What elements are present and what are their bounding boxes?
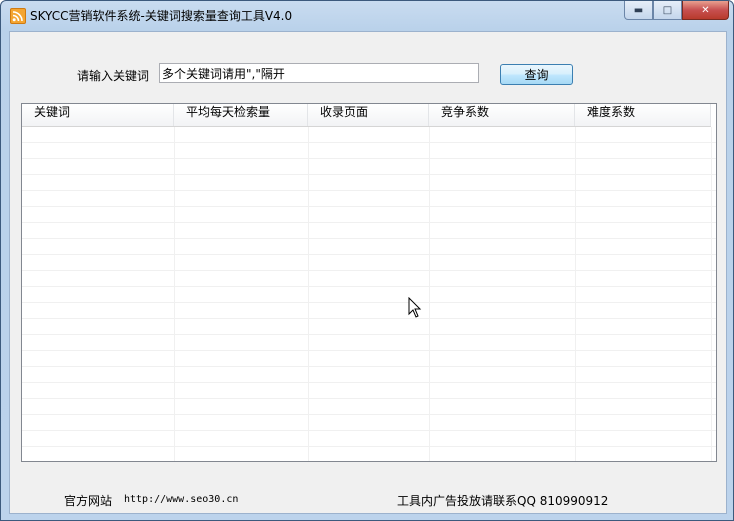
column-header-keyword[interactable]: 关键词 <box>22 104 174 126</box>
column-header-daily-searches[interactable]: 平均每天检索量 <box>174 104 308 126</box>
close-icon: ✕ <box>701 4 710 16</box>
app-window: SKYCC营销软件系统-关键词搜索量查询工具V4.0 ▬ □ ✕ 请输入关键词 … <box>0 0 734 521</box>
client-area: 请输入关键词 查询 关键词 平均每天检索量 收录页面 竞争系数 难度系数 官方网… <box>9 31 727 514</box>
column-divider <box>429 127 430 461</box>
column-divider <box>174 127 175 461</box>
table-body <box>22 127 716 461</box>
column-header-indexed-pages[interactable]: 收录页面 <box>308 104 429 126</box>
maximize-icon: □ <box>662 4 673 16</box>
column-header-competition[interactable]: 竞争系数 <box>429 104 575 126</box>
caption-buttons: ▬ □ ✕ <box>624 1 729 21</box>
mouse-pointer-icon <box>408 297 422 318</box>
window-title: SKYCC营销软件系统-关键词搜索量查询工具V4.0 <box>30 9 293 23</box>
advertising-contact: 工具内广告投放请联系QQ 810990912 <box>397 494 609 508</box>
official-site-link[interactable]: http://www.seo30.cn <box>124 494 238 505</box>
close-button[interactable]: ✕ <box>682 1 729 20</box>
query-button[interactable]: 查询 <box>500 64 573 85</box>
column-divider <box>308 127 309 461</box>
rss-feed-icon <box>10 8 26 24</box>
maximize-button[interactable]: □ <box>653 1 682 20</box>
keyword-input[interactable] <box>159 63 479 83</box>
results-table[interactable]: 关键词 平均每天检索量 收录页面 竞争系数 难度系数 <box>21 103 717 462</box>
minimize-icon: ▬ <box>633 4 644 16</box>
official-site-label: 官方网站 <box>64 494 113 508</box>
keyword-prompt-label: 请输入关键词 <box>77 69 150 83</box>
title-bar[interactable]: SKYCC营销软件系统-关键词搜索量查询工具V4.0 ▬ □ ✕ <box>1 1 733 31</box>
column-header-difficulty[interactable]: 难度系数 <box>575 104 711 126</box>
column-divider <box>575 127 576 461</box>
table-header: 关键词 平均每天检索量 收录页面 竞争系数 难度系数 <box>22 104 711 127</box>
minimize-button[interactable]: ▬ <box>624 1 653 20</box>
column-divider <box>711 127 712 461</box>
